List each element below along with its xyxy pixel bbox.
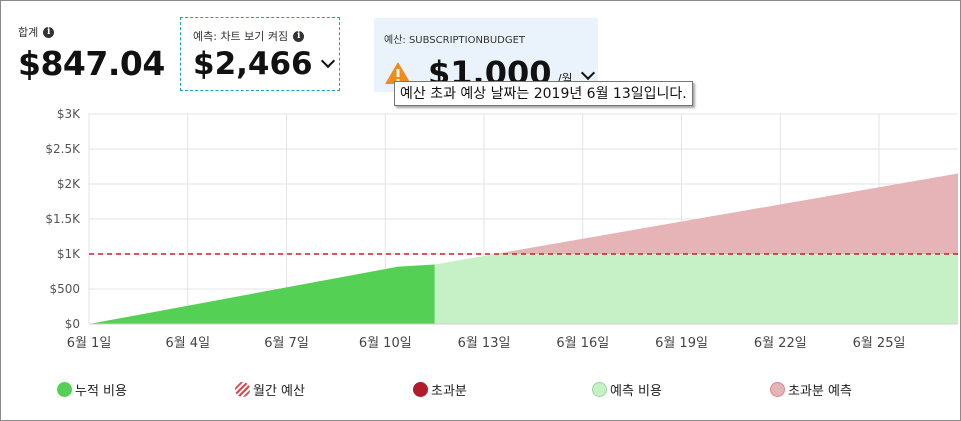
y-tick-label: $500 xyxy=(49,282,80,296)
chevron-down-icon[interactable] xyxy=(580,65,595,81)
y-tick-label: $2K xyxy=(57,177,81,191)
x-tick-label: 6월 19일 xyxy=(655,336,708,351)
legend-label: 예측 비용 xyxy=(610,384,662,399)
legend-label: 초과분 예측 xyxy=(788,384,852,399)
x-tick-label: 6월 10일 xyxy=(359,336,412,351)
legend-swatch-over-forecast xyxy=(770,382,785,397)
x-tick-label: 6월 13일 xyxy=(458,336,511,351)
legend-swatch-actual xyxy=(57,382,72,397)
budget-exceed-tooltip: 예산 초과 예상 날짜는 2019년 6월 13일입니다. xyxy=(394,81,693,106)
kpi-forecast-toggle[interactable]: 예측: 차트 보기 켜짐 i $2,466 xyxy=(180,17,340,91)
x-tick-label: 6월 16일 xyxy=(556,336,609,351)
forecast-cost-area xyxy=(434,254,958,324)
x-tick-label: 6월 4일 xyxy=(165,336,210,351)
cost-chart: $0 $500 $1K $1.5K $2K $2.5K $3K 6월 1일 6월 4일 6월 7일… xyxy=(45,107,958,351)
legend-swatch-over xyxy=(413,382,428,397)
x-tick-label: 6월 25일 xyxy=(853,336,906,351)
y-tick-label: $2.5K xyxy=(45,142,81,156)
legend-item-over-forecast[interactable]: 초과분 예측 xyxy=(770,380,852,399)
x-tick-label: 6월 7일 xyxy=(264,336,309,351)
kpi-total: 합계 i $847.04 xyxy=(18,24,165,83)
over-forecast-area xyxy=(495,173,958,254)
chevron-down-icon[interactable] xyxy=(320,53,335,69)
y-tick-label: $3K xyxy=(57,107,81,121)
legend-item-budget[interactable]: 월간 예산 xyxy=(235,380,305,399)
legend-item-forecast[interactable]: 예측 비용 xyxy=(592,380,662,399)
legend-label: 월간 예산 xyxy=(253,384,305,399)
info-icon[interactable]: i xyxy=(43,26,55,38)
y-tick-label: $0 xyxy=(65,317,80,331)
legend-label: 누적 비용 xyxy=(75,384,127,399)
kpi-budget-label: 예산: SUBSCRIPTIONBUDGET xyxy=(384,35,526,46)
kpi-total-value: $847.04 xyxy=(18,44,165,83)
y-tick-label: $1K xyxy=(57,247,81,261)
y-tick-label: $1.5K xyxy=(45,212,81,226)
kpi-forecast-label: 예측: 차트 보기 켜짐 xyxy=(193,30,289,43)
kpi-total-label: 합계 xyxy=(18,26,39,39)
actual-cost-area xyxy=(89,264,435,324)
legend-label: 초과분 xyxy=(431,384,467,399)
legend-item-over[interactable]: 초과분 xyxy=(413,380,467,399)
info-icon[interactable]: i xyxy=(293,30,305,42)
legend-item-actual[interactable]: 누적 비용 xyxy=(57,380,127,399)
legend-swatch-budget xyxy=(235,382,250,397)
legend-swatch-forecast xyxy=(592,382,607,397)
kpi-forecast-value: $2,466 xyxy=(193,46,313,82)
chart-legend: 누적 비용 월간 예산 초과분 예측 비용 초과분 예측 xyxy=(0,380,961,402)
x-tick-label: 6월 1일 xyxy=(67,336,112,351)
x-tick-label: 6월 22일 xyxy=(754,336,807,351)
